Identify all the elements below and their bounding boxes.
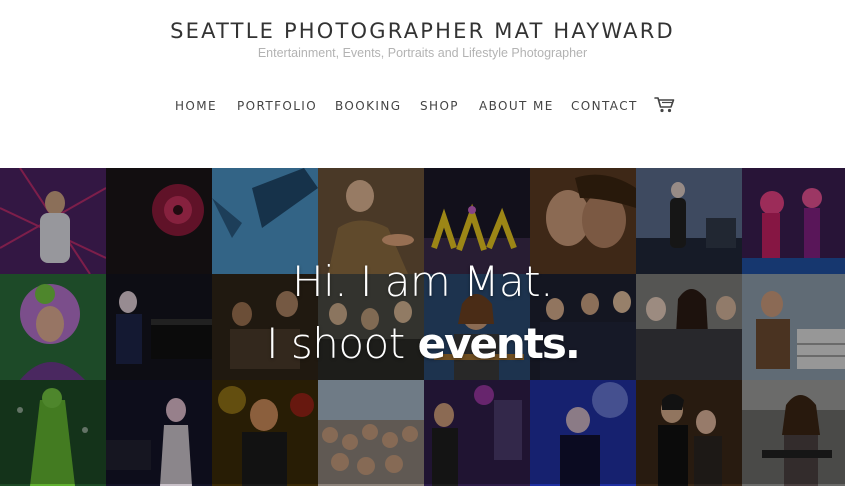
site-title[interactable]: SEATTLE PHOTOGRAPHER MAT HAYWARD xyxy=(0,19,845,43)
hero-subheading-prefix: I shoot xyxy=(266,319,418,368)
hero-subheading-emphasis: events. xyxy=(417,319,581,368)
nav-about-me[interactable]: ABOUT ME xyxy=(479,99,554,113)
main-navigation: HOME PORTFOLIO BOOKING SHOP ABOUT ME CON… xyxy=(0,99,845,119)
nav-portfolio[interactable]: PORTFOLIO xyxy=(237,99,317,113)
hero-heading: Hi. I am Mat. xyxy=(292,257,553,306)
nav-booking[interactable]: BOOKING xyxy=(335,99,401,113)
nav-home[interactable]: HOME xyxy=(175,99,217,113)
site-tagline: Entertainment, Events, Portraits and Lif… xyxy=(257,46,588,60)
hero-subheading: I shoot events. xyxy=(0,319,845,368)
nav-shop[interactable]: SHOP xyxy=(420,99,459,113)
nav-contact[interactable]: CONTACT xyxy=(571,99,638,113)
shopping-cart-icon[interactable] xyxy=(654,96,676,114)
